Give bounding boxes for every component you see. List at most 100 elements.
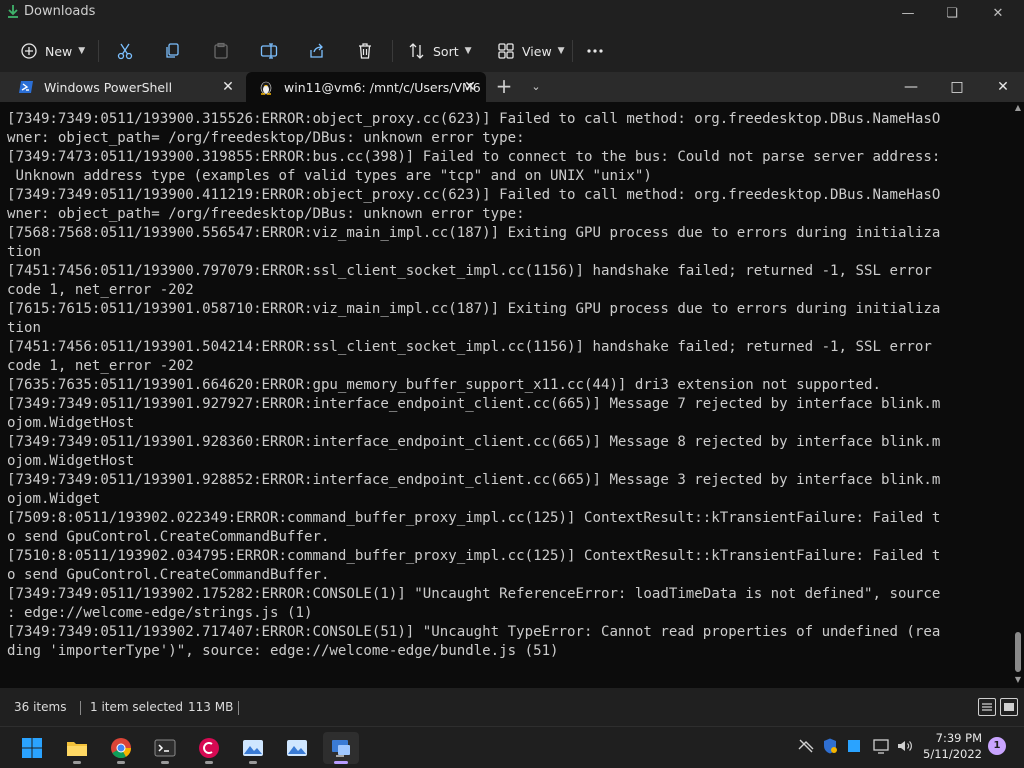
terminal-line: ojom.Widget	[7, 491, 101, 507]
new-button-label: New	[45, 43, 73, 59]
toolbar-divider	[392, 40, 393, 62]
tiles-view-icon	[1004, 703, 1014, 711]
terminal-line: [7349:7473:0511/193900.319855:ERROR:bus.…	[7, 149, 941, 165]
taskbar-clock[interactable]: 7:39 PM 5/11/2022	[918, 730, 982, 762]
terminal-line: o send GpuControl.CreateCommandBuffer.	[7, 529, 330, 545]
tab-dropdown-button[interactable]: ⌄	[526, 72, 546, 102]
tab-linux-shell[interactable]: win11@vm6: /mnt/c/Users/VM6 ✕	[246, 72, 486, 102]
network-disconnected-icon[interactable]	[797, 737, 815, 755]
terminal-scrollbar[interactable]: ▲ ▼	[1012, 102, 1024, 688]
new-tab-button[interactable]: +	[494, 72, 514, 102]
explorer-window-title: Downloads	[24, 4, 96, 19]
scroll-down-icon[interactable]: ▼	[1012, 674, 1024, 686]
terminal-maximize-button[interactable]: □	[934, 72, 980, 102]
display-icon[interactable]	[872, 737, 890, 755]
view-button[interactable]: View ▼	[497, 38, 565, 64]
more-options-button[interactable]	[586, 38, 604, 64]
taskbar-photos[interactable]	[235, 732, 271, 764]
taskbar-remote-desktop[interactable]	[323, 732, 359, 764]
security-shield-icon[interactable]	[821, 737, 839, 755]
terminal-line: tion	[7, 244, 41, 260]
notification-badge[interactable]: 1	[988, 737, 1006, 755]
terminal-line: ojom.WidgetHost	[7, 415, 135, 431]
running-indicator	[73, 761, 81, 764]
debian-icon	[199, 738, 219, 758]
item-count: 36 items	[14, 700, 67, 714]
blue-square-icon[interactable]	[845, 737, 863, 755]
trash-icon	[359, 43, 371, 59]
close-tab-icon[interactable]: ✕	[462, 79, 478, 95]
taskbar-photos[interactable]	[279, 732, 315, 764]
scroll-up-icon[interactable]: ▲	[1012, 102, 1024, 114]
taskbar-debian[interactable]	[191, 732, 227, 764]
terminal-line: [7349:7349:0511/193902.175282:ERROR:CONS…	[7, 586, 941, 602]
taskbar-terminal[interactable]	[147, 732, 183, 764]
tux-penguin-icon	[260, 81, 272, 95]
terminal-line: [7451:7456:0511/193901.504214:ERROR:ssl_…	[7, 339, 932, 355]
terminal-line: wner: object_path= /org/freedesktop/DBus…	[7, 130, 525, 146]
terminal-icon	[154, 739, 176, 757]
copy-icon	[166, 43, 179, 58]
terminal-line: ojom.WidgetHost	[7, 453, 135, 469]
tab-windows-powershell[interactable]: Windows PowerShell ✕	[0, 72, 244, 102]
scrollbar-thumb[interactable]	[1015, 632, 1021, 672]
toolbar-divider	[98, 40, 99, 62]
volume-icon[interactable]	[896, 737, 914, 755]
remote-desktop-icon	[332, 740, 350, 757]
terminal-line: Unknown address type (examples of valid …	[7, 168, 652, 184]
taskbar: 7:39 PM 5/11/2022 1	[0, 726, 1024, 768]
tab-label: Windows PowerShell	[44, 79, 173, 95]
terminal-close-button[interactable]: ✕	[980, 72, 1024, 102]
photos-icon	[287, 740, 307, 756]
running-indicator	[205, 761, 213, 764]
explorer-status-bar: 36 items 1 item selected 113 MB	[0, 688, 1024, 726]
status-divider	[238, 701, 239, 715]
terminal-line: [7349:7349:0511/193902.717407:ERROR:CONS…	[7, 624, 941, 640]
close-tab-icon[interactable]: ✕	[220, 79, 236, 95]
terminal-output[interactable]: [7349:7349:0511/193900.315526:ERROR:obje…	[0, 102, 1012, 688]
chrome-icon	[111, 738, 132, 759]
terminal-line: : edge://welcome-edge/strings.js (1)	[7, 605, 313, 621]
chevron-down-icon: ▼	[464, 46, 472, 56]
more-horizontal-icon	[587, 49, 603, 53]
status-divider	[80, 701, 81, 715]
terminal-line: code 1, net_error -202	[7, 358, 194, 374]
explorer-close-button[interactable]: ✕	[975, 2, 1021, 26]
powershell-icon	[19, 81, 33, 93]
start-button[interactable]	[14, 732, 50, 764]
share-icon	[310, 43, 323, 58]
terminal-line: [7635:7635:0511/193901.664620:ERROR:gpu_…	[7, 377, 881, 393]
delete-button[interactable]	[356, 38, 374, 64]
terminal-line: [7509:8:0511/193902.022349:ERROR:command…	[7, 510, 941, 526]
running-indicator	[249, 761, 257, 764]
list-view-icon	[982, 703, 992, 711]
tab-label: win11@vm6: /mnt/c/Users/VM6	[284, 79, 480, 95]
explorer-title-bar: Downloads — ❏ ✕	[0, 0, 1024, 28]
new-button[interactable]: New ▼	[20, 38, 85, 64]
terminal-line: wner: object_path= /org/freedesktop/DBus…	[7, 206, 525, 222]
clock-date: 5/11/2022	[923, 747, 982, 761]
share-button[interactable]	[308, 38, 326, 64]
sort-button[interactable]: Sort ▼	[408, 38, 472, 64]
paste-button[interactable]	[212, 38, 230, 64]
clipboard-icon	[214, 42, 228, 59]
terminal-line: [7349:7349:0511/193901.928852:ERROR:inte…	[7, 472, 941, 488]
terminal-line: [7349:7349:0511/193901.927927:ERROR:inte…	[7, 396, 941, 412]
selection-count: 1 item selected	[90, 700, 184, 714]
explorer-minimize-button[interactable]: —	[885, 2, 931, 26]
rename-icon	[260, 43, 278, 59]
cut-button[interactable]	[116, 38, 134, 64]
terminal-line: code 1, net_error -202	[7, 282, 194, 298]
details-view-button[interactable]	[978, 698, 996, 716]
view-grid-icon	[498, 43, 514, 59]
terminal-line: [7451:7456:0511/193900.797079:ERROR:ssl_…	[7, 263, 932, 279]
taskbar-chrome[interactable]	[103, 732, 139, 764]
tiles-view-button[interactable]	[1000, 698, 1018, 716]
copy-button[interactable]	[164, 38, 182, 64]
terminal-minimize-button[interactable]: —	[888, 72, 934, 102]
explorer-restore-button[interactable]: ❏	[929, 2, 975, 26]
taskbar-file-explorer[interactable]	[59, 732, 95, 764]
rename-button[interactable]	[260, 38, 278, 64]
terminal-line: [7349:7349:0511/193901.928360:ERROR:inte…	[7, 434, 941, 450]
terminal-line: [7568:7568:0511/193900.556547:ERROR:viz_…	[7, 225, 941, 241]
